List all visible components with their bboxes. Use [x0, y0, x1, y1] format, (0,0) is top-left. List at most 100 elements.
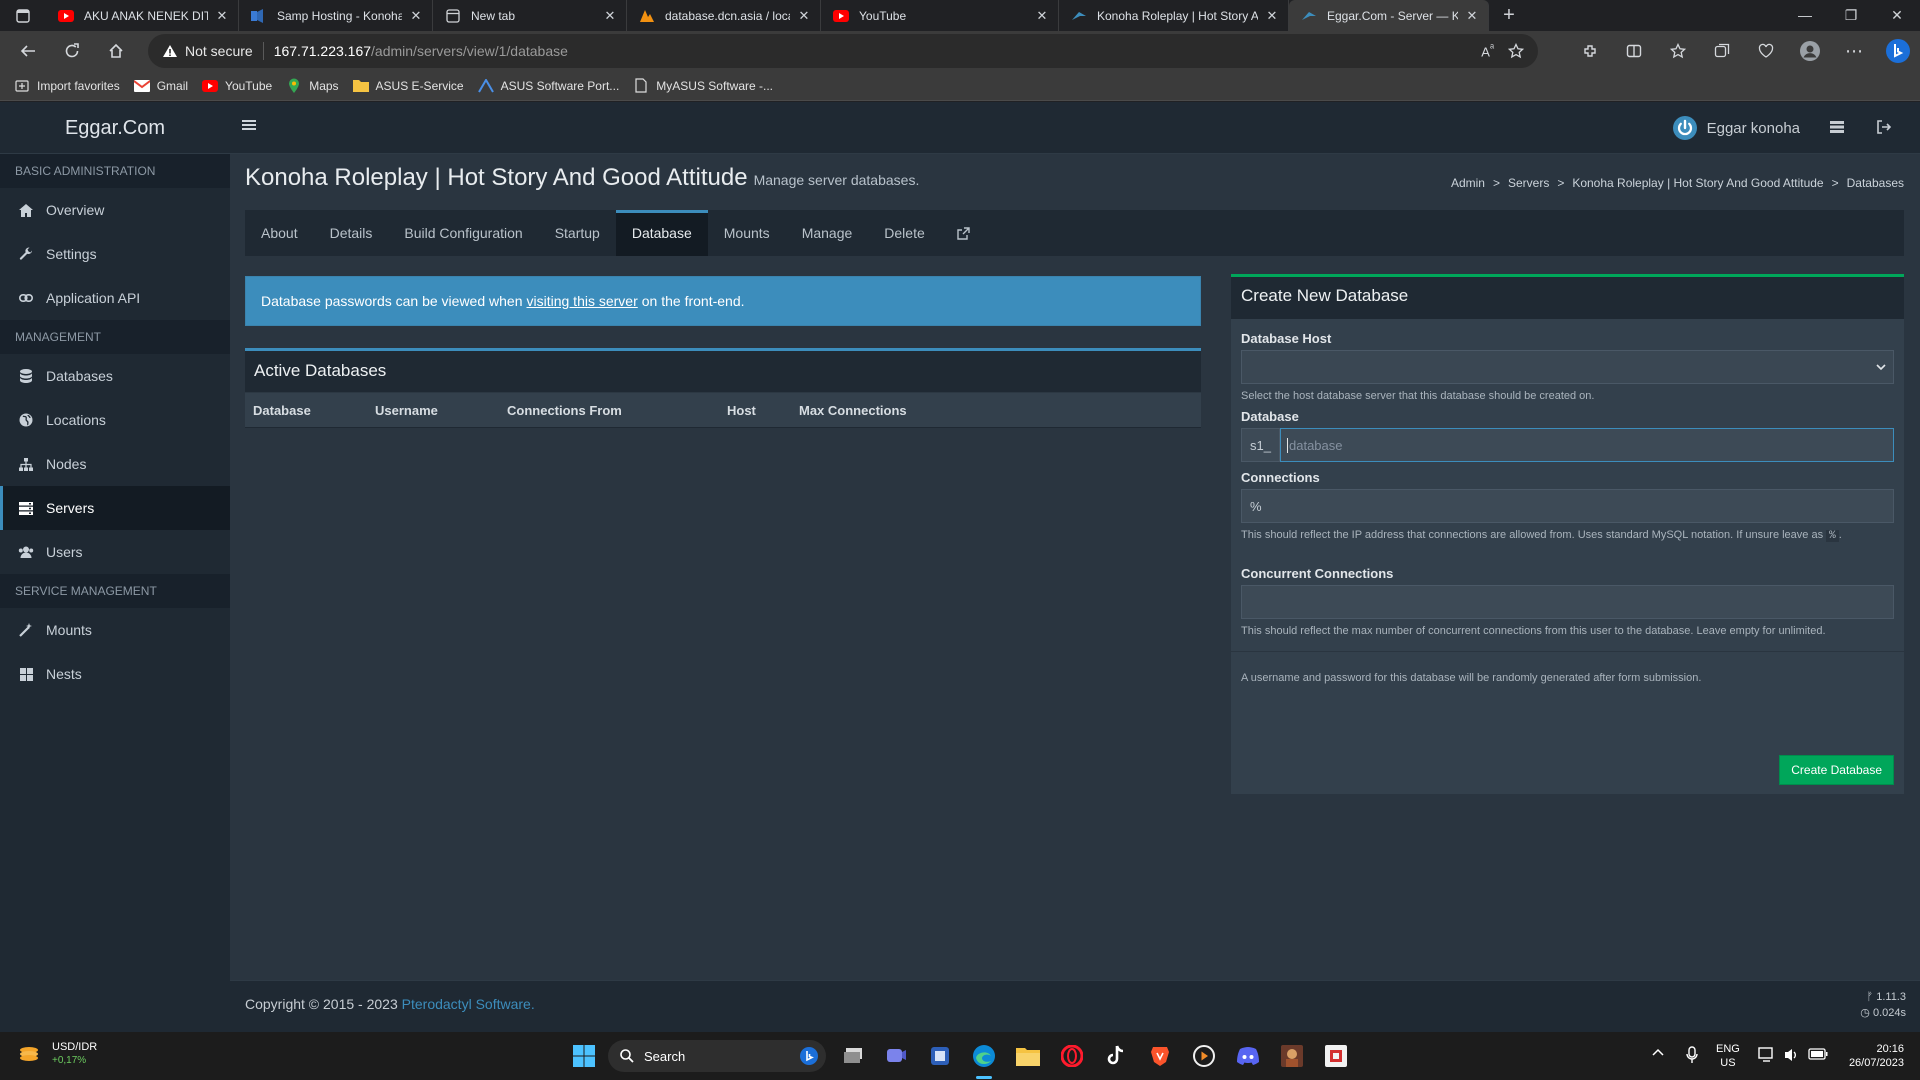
sidebar-item-users[interactable]: Users [0, 530, 230, 574]
browser-tab[interactable]: database.dcn.asia / localhost / s ✕ [627, 0, 821, 31]
close-icon[interactable]: ✕ [1034, 8, 1050, 24]
taskbar-search[interactable]: Search [608, 1040, 826, 1072]
restore-icon[interactable]: ❐ [1828, 0, 1874, 31]
browser-essentials-icon[interactable] [1744, 31, 1788, 71]
sidebar-item-mounts[interactable]: Mounts [0, 608, 230, 652]
sidebar-item-nests[interactable]: Nests [0, 652, 230, 696]
browser-tab[interactable]: AKU ANAK NENEK DITINGGAL A ✕ [46, 0, 239, 31]
breadcrumb-link-server[interactable]: Konoha Roleplay | Hot Story And Good Att… [1572, 176, 1823, 190]
sidebar-item-servers[interactable]: Servers [0, 486, 230, 530]
tab-build-configuration[interactable]: Build Configuration [388, 210, 538, 256]
sidebar-item-locations[interactable]: Locations [0, 398, 230, 442]
region-code: US [1720, 1057, 1736, 1069]
sidebar-item-application-api[interactable]: Application API [0, 276, 230, 320]
bookmark-item[interactable]: Gmail [133, 78, 188, 94]
breadcrumb-link-admin[interactable]: Admin [1451, 176, 1485, 190]
tab-mounts[interactable]: Mounts [708, 210, 786, 256]
database-name-input[interactable]: database [1280, 428, 1894, 462]
discord-icon[interactable] [1232, 1040, 1264, 1072]
bookmark-item[interactable]: ASUS Software Port... [477, 78, 619, 94]
page-title: Konoha Roleplay | Hot Story And Good Att… [245, 164, 748, 191]
bookmark-item[interactable]: ASUS E-Service [352, 78, 464, 94]
task-view-icon[interactable] [838, 1040, 870, 1072]
new-tab-button[interactable]: + [1489, 4, 1529, 27]
minimize-icon[interactable]: — [1782, 0, 1828, 31]
create-database-button[interactable]: Create Database [1779, 755, 1894, 785]
clock[interactable]: 20:16 26/07/2023 [1849, 1042, 1904, 1070]
browser-tab[interactable]: YouTube ✕ [821, 0, 1059, 31]
collections-icon[interactable] [1700, 31, 1744, 71]
visit-server-link[interactable]: visiting this server [527, 293, 638, 309]
tab-delete[interactable]: Delete [868, 210, 940, 256]
bing-copilot-icon[interactable] [1876, 31, 1920, 71]
close-icon[interactable]: ✕ [1464, 8, 1480, 24]
tab-database[interactable]: Database [615, 210, 708, 256]
server-list-icon[interactable] [1829, 120, 1845, 134]
browser-tab-active[interactable]: Eggar.Com - Server — Konoha R ✕ [1289, 0, 1489, 31]
tab-actions-icon[interactable] [0, 0, 46, 31]
favorite-star-icon[interactable] [1508, 43, 1524, 59]
extensions-icon[interactable] [1568, 31, 1612, 71]
teams-chat-icon[interactable] [880, 1040, 912, 1072]
breadcrumb-link-servers[interactable]: Servers [1508, 176, 1549, 190]
connections-input[interactable]: % [1241, 489, 1894, 523]
sidebar-item-settings[interactable]: Settings [0, 232, 230, 276]
media-player-icon[interactable] [1188, 1040, 1220, 1072]
sidebar-item-nodes[interactable]: Nodes [0, 442, 230, 486]
logout-icon[interactable] [1876, 120, 1892, 134]
browser-tab[interactable]: Samp Hosting - Konoha Role ✕ [239, 0, 433, 31]
language-indicator[interactable]: ENG US [1716, 1042, 1740, 1070]
profile-avatar-icon[interactable] [1788, 31, 1832, 71]
read-aloud-icon[interactable]: Aᵃ [1481, 42, 1494, 59]
browser-tab[interactable]: New tab ✕ [433, 0, 627, 31]
close-icon[interactable]: ✕ [1264, 8, 1280, 24]
security-label[interactable]: Not secure [185, 43, 253, 59]
grid-icon [18, 667, 34, 681]
brand-logo[interactable]: Eggar.Com [0, 102, 230, 154]
concurrent-connections-input[interactable] [1241, 585, 1894, 619]
edge-browser-icon[interactable] [968, 1040, 1000, 1072]
close-icon[interactable]: ✕ [796, 8, 812, 24]
pterodactyl-link[interactable]: Pterodactyl Software [402, 996, 531, 1012]
close-icon[interactable]: ✕ [214, 8, 230, 24]
favorites-icon[interactable] [1656, 31, 1700, 71]
samp-app-icon[interactable] [1320, 1040, 1352, 1072]
market-widget[interactable]: USD/IDR +0,17% [18, 1040, 97, 1068]
warning-icon[interactable] [162, 44, 178, 58]
bookmark-item[interactable]: Import favorites [14, 78, 120, 94]
home-icon[interactable] [94, 31, 138, 71]
show-hidden-icons[interactable] [1652, 1048, 1664, 1056]
back-icon[interactable] [6, 31, 50, 71]
system-tray[interactable] [1758, 1047, 1828, 1063]
bookmark-item[interactable]: MyASUS Software -... [633, 78, 773, 94]
address-bar[interactable]: Not secure 167.71.223.167/admin/servers/… [148, 34, 1538, 68]
user-menu[interactable]: Eggar konoha [1672, 116, 1800, 140]
opera-icon[interactable] [1056, 1040, 1088, 1072]
split-screen-icon[interactable] [1612, 31, 1656, 71]
microphone-icon[interactable] [1686, 1046, 1698, 1064]
refresh-icon[interactable] [50, 31, 94, 71]
file-explorer-icon[interactable] [1012, 1040, 1044, 1072]
app-icon[interactable] [924, 1040, 956, 1072]
browser-tab[interactable]: Konoha Roleplay | Hot Story And ✕ [1059, 0, 1289, 31]
tiktok-icon[interactable] [1100, 1040, 1132, 1072]
menu-toggle-icon[interactable] [242, 118, 256, 132]
tab-details[interactable]: Details [314, 210, 389, 256]
external-link-icon[interactable] [941, 210, 986, 256]
bookmark-item[interactable]: Maps [286, 78, 339, 94]
close-icon[interactable]: ✕ [408, 8, 424, 24]
game-app-icon[interactable] [1276, 1040, 1308, 1072]
bookmark-item[interactable]: YouTube [202, 78, 272, 94]
tab-about[interactable]: About [245, 210, 314, 256]
close-icon[interactable]: ✕ [602, 8, 618, 24]
sidebar-item-overview[interactable]: Overview [0, 188, 230, 232]
database-host-select[interactable] [1241, 350, 1894, 384]
windows-start-icon[interactable] [568, 1040, 600, 1072]
windows-taskbar: USD/IDR +0,17% Search ENG US 20:16 26/07… [0, 1032, 1920, 1080]
close-window-icon[interactable]: ✕ [1874, 0, 1920, 31]
tab-manage[interactable]: Manage [786, 210, 869, 256]
brave-icon[interactable] [1144, 1040, 1176, 1072]
sidebar-item-databases[interactable]: Databases [0, 354, 230, 398]
tab-startup[interactable]: Startup [539, 210, 616, 256]
more-options-icon[interactable]: ⋯ [1832, 31, 1876, 71]
